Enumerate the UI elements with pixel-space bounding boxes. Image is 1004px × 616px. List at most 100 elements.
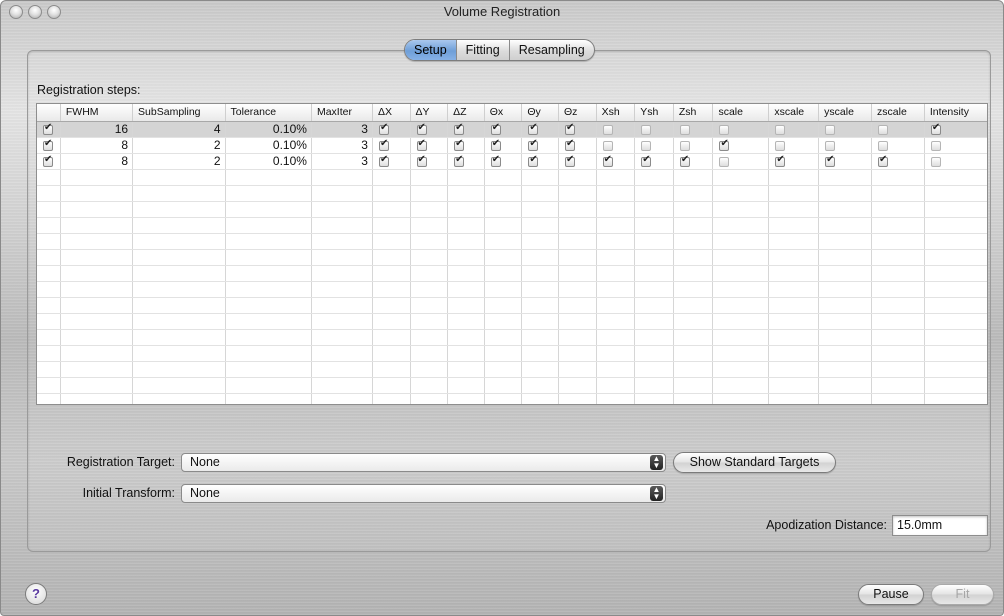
- step-checkbox[interactable]: [564, 154, 575, 167]
- column-header[interactable]: Ysh: [634, 104, 674, 122]
- step-checkbox[interactable]: [641, 124, 652, 135]
- column-header[interactable]: [37, 104, 61, 122]
- column-header[interactable]: Intensity: [924, 104, 987, 122]
- flag-cell[interactable]: [521, 121, 559, 138]
- initial-transform-popup[interactable]: None ▲ ▼: [181, 484, 666, 503]
- flag-cell[interactable]: [410, 153, 449, 170]
- step-checkbox[interactable]: [825, 140, 836, 151]
- step-checkbox[interactable]: [416, 138, 427, 151]
- step-checkbox[interactable]: [454, 122, 465, 135]
- enabled-cell[interactable]: [37, 137, 61, 154]
- pause-button[interactable]: Pause: [858, 584, 924, 605]
- flag-cell[interactable]: [768, 153, 820, 170]
- flag-cell[interactable]: [712, 121, 770, 138]
- fwhm-cell[interactable]: 8: [60, 137, 134, 154]
- step-checkbox[interactable]: [528, 138, 539, 151]
- flag-cell[interactable]: [634, 153, 674, 170]
- flag-cell[interactable]: [410, 121, 449, 138]
- step-checkbox[interactable]: [43, 138, 53, 151]
- step-checkbox[interactable]: [679, 154, 690, 167]
- flag-cell[interactable]: [818, 121, 873, 138]
- step-checkbox[interactable]: [878, 140, 889, 151]
- enabled-cell[interactable]: [37, 121, 61, 138]
- flag-cell[interactable]: [558, 137, 597, 154]
- column-header[interactable]: Θy: [521, 104, 559, 122]
- zoom-window-button[interactable]: [47, 5, 61, 19]
- tolerance-cell[interactable]: 0.10%: [225, 121, 312, 138]
- step-checkbox[interactable]: [930, 156, 941, 167]
- flag-cell[interactable]: [596, 153, 636, 170]
- flag-cell[interactable]: [673, 137, 714, 154]
- step-checkbox[interactable]: [43, 122, 53, 135]
- step-checkbox[interactable]: [43, 154, 53, 167]
- step-checkbox[interactable]: [775, 124, 786, 135]
- step-checkbox[interactable]: [416, 122, 427, 135]
- column-header[interactable]: ΔX: [372, 104, 411, 122]
- step-checkbox[interactable]: [930, 122, 941, 135]
- step-checkbox[interactable]: [719, 156, 730, 167]
- flag-cell[interactable]: [818, 153, 873, 170]
- registration-steps-table[interactable]: FWHM SubSampling Tolerance MaxIter ΔX ΔY ΔZ Θx Θ…: [36, 103, 988, 405]
- maxiter-cell[interactable]: 3: [311, 137, 373, 154]
- flag-cell[interactable]: [484, 137, 523, 154]
- step-checkbox[interactable]: [602, 124, 613, 135]
- table-row[interactable]: 1640.10%3: [37, 121, 987, 138]
- column-header[interactable]: yscale: [818, 104, 873, 122]
- step-checkbox[interactable]: [641, 140, 652, 151]
- step-checkbox[interactable]: [775, 140, 786, 151]
- flag-cell[interactable]: [768, 121, 820, 138]
- step-checkbox[interactable]: [602, 154, 613, 167]
- step-checkbox[interactable]: [416, 154, 427, 167]
- minimize-window-button[interactable]: [28, 5, 42, 19]
- tolerance-cell[interactable]: 0.10%: [225, 137, 312, 154]
- maxiter-cell[interactable]: 3: [311, 121, 373, 138]
- subsampling-cell[interactable]: 2: [132, 153, 226, 170]
- flag-cell[interactable]: [447, 153, 485, 170]
- step-checkbox[interactable]: [878, 124, 889, 135]
- step-checkbox[interactable]: [528, 154, 539, 167]
- column-header[interactable]: Zsh: [673, 104, 714, 122]
- step-checkbox[interactable]: [775, 154, 786, 167]
- column-header[interactable]: zscale: [871, 104, 925, 122]
- step-checkbox[interactable]: [564, 122, 575, 135]
- close-window-button[interactable]: [9, 5, 23, 19]
- fwhm-cell[interactable]: 16: [60, 121, 134, 138]
- apodization-distance-field[interactable]: 15.0mm: [892, 515, 988, 536]
- step-checkbox[interactable]: [679, 124, 690, 135]
- flag-cell[interactable]: [484, 121, 523, 138]
- step-checkbox[interactable]: [641, 154, 652, 167]
- step-checkbox[interactable]: [930, 140, 941, 151]
- fit-button[interactable]: Fit: [931, 584, 994, 605]
- flag-cell[interactable]: [596, 137, 636, 154]
- flag-cell[interactable]: [768, 137, 820, 154]
- step-checkbox[interactable]: [490, 154, 501, 167]
- column-header[interactable]: ΔZ: [447, 104, 485, 122]
- step-checkbox[interactable]: [825, 154, 836, 167]
- flag-cell[interactable]: [372, 121, 411, 138]
- subsampling-cell[interactable]: 4: [132, 121, 226, 138]
- maxiter-cell[interactable]: 3: [311, 153, 373, 170]
- flag-cell[interactable]: [634, 121, 674, 138]
- column-header[interactable]: FWHM: [60, 104, 134, 122]
- step-checkbox[interactable]: [825, 124, 836, 135]
- flag-cell[interactable]: [521, 137, 559, 154]
- enabled-cell[interactable]: [37, 153, 61, 170]
- flag-cell[interactable]: [673, 121, 714, 138]
- step-checkbox[interactable]: [564, 138, 575, 151]
- column-header[interactable]: ΔY: [410, 104, 449, 122]
- step-checkbox[interactable]: [679, 140, 690, 151]
- registration-target-popup[interactable]: None ▲ ▼: [181, 453, 666, 472]
- step-checkbox[interactable]: [454, 138, 465, 151]
- step-checkbox[interactable]: [378, 122, 389, 135]
- subsampling-cell[interactable]: 2: [132, 137, 226, 154]
- flag-cell[interactable]: [818, 137, 873, 154]
- flag-cell[interactable]: [521, 153, 559, 170]
- show-standard-targets-button[interactable]: Show Standard Targets: [673, 452, 836, 473]
- flag-cell[interactable]: [484, 153, 523, 170]
- step-checkbox[interactable]: [602, 140, 613, 151]
- step-checkbox[interactable]: [454, 154, 465, 167]
- flag-cell[interactable]: [924, 121, 987, 138]
- column-header[interactable]: Θz: [558, 104, 597, 122]
- column-header[interactable]: scale: [712, 104, 770, 122]
- step-checkbox[interactable]: [719, 138, 730, 151]
